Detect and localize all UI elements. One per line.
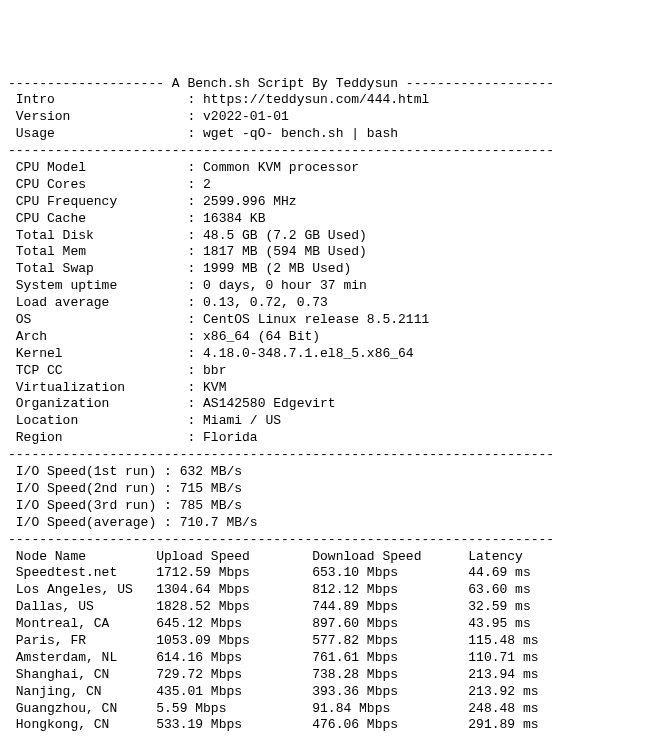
- terminal-output: -------------------- A Bench.sh Script B…: [8, 76, 664, 736]
